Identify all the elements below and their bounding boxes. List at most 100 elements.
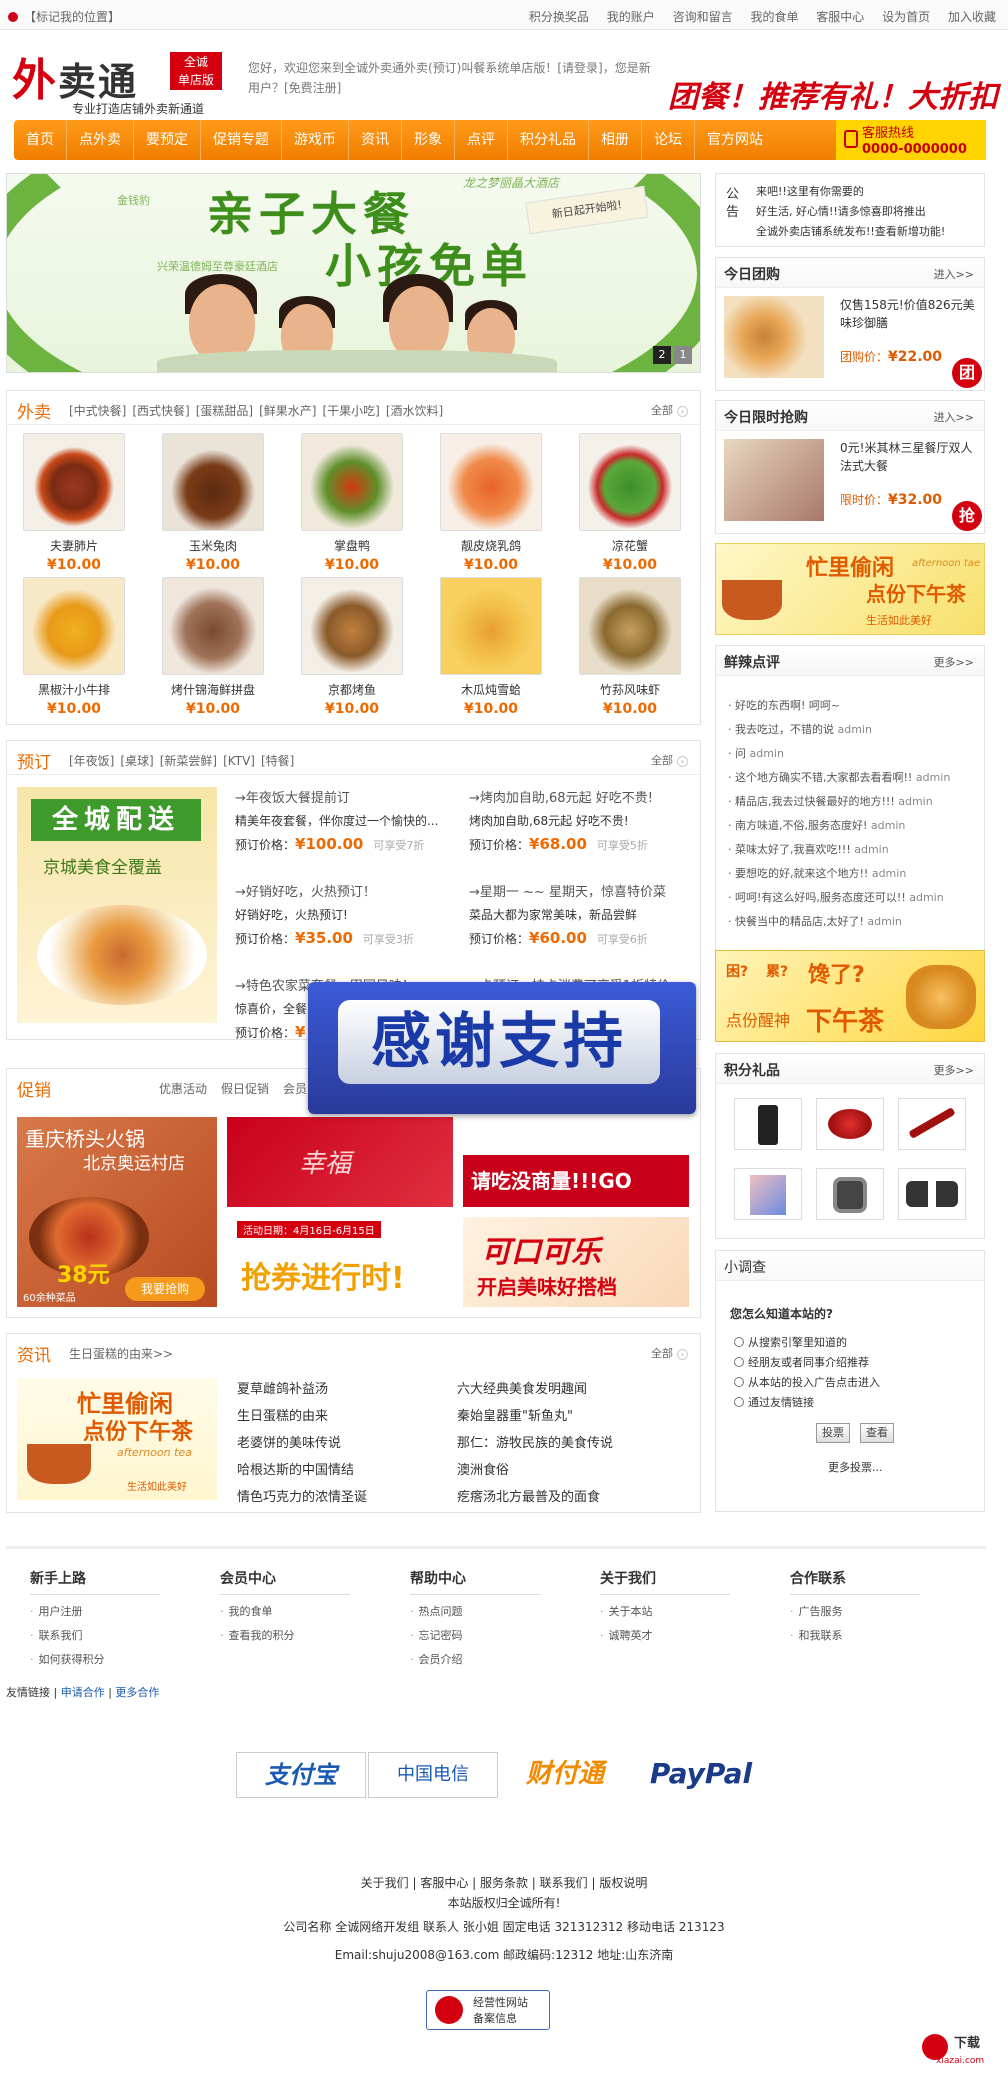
reserve-all-link[interactable]: 全部 › [651, 752, 688, 768]
top-link-points[interactable]: 积分换奖品 [529, 10, 589, 24]
banner-page-2[interactable]: 2 [653, 346, 671, 364]
footer-link[interactable]: 联系我们 [30, 1627, 200, 1643]
food-image[interactable] [301, 577, 403, 675]
paypal-logo[interactable]: PayPal [636, 1752, 766, 1798]
reserve-image[interactable]: 全城配送 京城美食全覆盖 [17, 787, 217, 1023]
news-link[interactable]: 疙瘩汤北方最普及的面食 [457, 1484, 613, 1511]
vote-button[interactable]: 投票 [816, 1423, 850, 1443]
radio-button[interactable] [734, 1357, 744, 1367]
gifts-more[interactable]: 更多>> [934, 1062, 974, 1078]
food-image[interactable] [440, 433, 542, 531]
nav-forum[interactable]: 论坛 [642, 120, 695, 160]
food-item[interactable]: 夫妻肺片 ¥10.00 [19, 433, 129, 573]
footer-link[interactable]: 热点问题 [410, 1603, 580, 1619]
news-link[interactable]: 六大经典美食发明趣闻 [457, 1376, 613, 1403]
china-telecom-logo[interactable]: 中国电信 [368, 1752, 498, 1798]
eat-ad[interactable]: 请吃没商量!!!GO [463, 1117, 689, 1207]
takeout-cat[interactable]: [中式快餐] [69, 404, 126, 418]
food-name[interactable]: 黑椒汁小牛排 [19, 681, 129, 698]
survey-option[interactable]: 经朋友或者同事介绍推荐 [734, 1353, 880, 1373]
food-item[interactable]: 黑椒汁小牛排 ¥10.00 [19, 577, 129, 717]
news-link[interactable]: 秦始皇器重"斩鱼丸" [457, 1403, 613, 1430]
news-sub[interactable]: 生日蛋糕的由来>> [69, 1345, 173, 1362]
food-item[interactable]: 京都烤鱼 ¥10.00 [297, 577, 407, 717]
nav-review[interactable]: 点评 [455, 120, 508, 160]
food-item[interactable]: 木瓜炖雪蛤 ¥10.00 [436, 577, 546, 717]
food-image[interactable] [162, 577, 264, 675]
reserve-item[interactable]: →好销好吃，火热预订！ 好销好吃，火热预订! 预订价格：¥35.00 可享受3折 [235, 881, 465, 947]
gift-item[interactable] [816, 1098, 884, 1150]
footer-link[interactable]: 诚聘英才 [600, 1627, 770, 1643]
news-link[interactable]: 夏草雌鸽补益汤 [237, 1376, 367, 1403]
comment-item[interactable]: · 好吃的东西啊! 呵呵~ [728, 694, 950, 718]
takeout-all-link[interactable]: 全部 › [651, 402, 688, 418]
food-image[interactable] [162, 433, 264, 531]
radio-button[interactable] [734, 1397, 744, 1407]
footer-link[interactable]: 关于本站 [600, 1603, 770, 1619]
top-link-consult[interactable]: 咨询和留言 [673, 10, 733, 24]
reserve-title[interactable]: 预订 [17, 748, 51, 773]
comment-item[interactable]: · 快餐当中的精品店,太好了! admin [728, 910, 950, 934]
icp-badge[interactable]: 经营性网站 备案信息 [426, 1990, 550, 2030]
nav-gifts[interactable]: 积分礼品 [508, 120, 589, 160]
food-item[interactable]: 烤什锦海鲜拼盘 ¥10.00 [158, 577, 268, 717]
reserve-cat[interactable]: [年夜饭] [69, 754, 114, 768]
notice-line[interactable]: 好生活, 好心情!!请多惊喜即将推出 [756, 202, 945, 222]
takeout-title[interactable]: 外卖 [17, 398, 51, 423]
gift-item[interactable] [898, 1168, 966, 1220]
nav-coins[interactable]: 游戏币 [282, 120, 349, 160]
food-item[interactable]: 掌盘鸭 ¥10.00 [297, 433, 407, 573]
alipay-logo[interactable]: 支付宝 [236, 1752, 366, 1798]
food-image[interactable] [579, 433, 681, 531]
coke-ad[interactable]: 可口可乐 开启美味好搭档 [463, 1217, 689, 1307]
comment-item[interactable]: · 精品店,我去过快餐最好的地方!!! admin [728, 790, 950, 814]
nav-official[interactable]: 官方网站 [695, 120, 775, 160]
top-link-favorite[interactable]: 加入收藏 [948, 10, 996, 24]
reserve-item-title[interactable]: →烤肉加自助,68元起 好吃不贵! [469, 787, 699, 806]
comment-item[interactable]: · 问 admin [728, 742, 950, 766]
food-image[interactable] [301, 433, 403, 531]
banner-page-1[interactable]: 1 [674, 346, 692, 364]
thanks-popup[interactable]: 感谢支持 [308, 982, 696, 1114]
reserve-cat[interactable]: [新菜尝鲜] [160, 754, 217, 768]
nav-news[interactable]: 资讯 [349, 120, 402, 160]
flash-sale-image[interactable] [724, 439, 824, 521]
group-buy-image[interactable] [724, 296, 824, 378]
top-link-account[interactable]: 我的账户 [607, 10, 655, 24]
nav-promo[interactable]: 促销专题 [201, 120, 282, 160]
food-name[interactable]: 竹荪风味虾 [575, 681, 685, 698]
reserve-item-title[interactable]: →年夜饭大餐提前订 [235, 787, 465, 806]
footer-link[interactable]: 如何获得积分 [30, 1651, 200, 1667]
food-image[interactable] [579, 577, 681, 675]
bottom-links[interactable]: 关于我们 | 客服中心 | 服务条款 | 联系我们 | 版权说明 [0, 1874, 1008, 1891]
tea-ad-2[interactable]: 困? 累? 馋了? 点份醒神 下午茶 [715, 950, 985, 1042]
tenpay-logo[interactable]: 财付通 [500, 1752, 630, 1798]
footer-link[interactable]: 和我联系 [790, 1627, 960, 1643]
survey-option[interactable]: 从搜索引擎里知道的 [734, 1333, 880, 1353]
footer-link[interactable]: 我的食单 [220, 1603, 390, 1619]
footer-link[interactable]: 会员介绍 [410, 1651, 580, 1667]
gift-item[interactable] [734, 1098, 802, 1150]
food-name[interactable]: 木瓜炖雪蛤 [436, 681, 546, 698]
notice-line[interactable]: 来吧!!这里有你需要的 [756, 182, 945, 202]
food-image[interactable] [440, 577, 542, 675]
hero-banner[interactable]: 亲子大餐 小孩免单 兴荣温德姆至尊豪廷酒店 龙之梦丽晶大酒店 金钱豹 新日起开始… [6, 173, 701, 373]
group-buy-more[interactable]: 进入>> [934, 266, 974, 282]
reserve-cat[interactable]: [特餐] [261, 754, 294, 768]
news-link[interactable]: 澳洲食俗 [457, 1457, 613, 1484]
food-item[interactable]: 靓皮烧乳鸽 ¥10.00 [436, 433, 546, 573]
food-item[interactable]: 玉米兔肉 ¥10.00 [158, 433, 268, 573]
reserve-item[interactable]: →年夜饭大餐提前订 精美年夜套餐，伴你度过一个愉快的... 预订价格：¥100.00… [235, 787, 465, 853]
news-link[interactable]: 老婆饼的美味传说 [237, 1430, 367, 1457]
takeout-cat[interactable]: [酒水饮料] [386, 404, 443, 418]
location-link[interactable]: 【标记我的位置】 [8, 8, 120, 25]
nav-reserve[interactable]: 要预定 [134, 120, 201, 160]
comment-item[interactable]: · 南方味道,不俗,服务态度好! admin [728, 814, 950, 838]
news-link[interactable]: 哈根达斯的中国情结 [237, 1457, 367, 1484]
reserve-item[interactable]: →烤肉加自助,68元起 好吃不贵! 烤肉加自助,68元起 好吃不贵! 预订价格：¥6… [469, 787, 699, 853]
food-name[interactable]: 夫妻肺片 [19, 537, 129, 554]
gift-item[interactable] [898, 1098, 966, 1150]
footer-link[interactable]: 广告服务 [790, 1603, 960, 1619]
food-name[interactable]: 凉花蟹 [575, 537, 685, 554]
news-link[interactable]: 生日蛋糕的由来 [237, 1403, 367, 1430]
